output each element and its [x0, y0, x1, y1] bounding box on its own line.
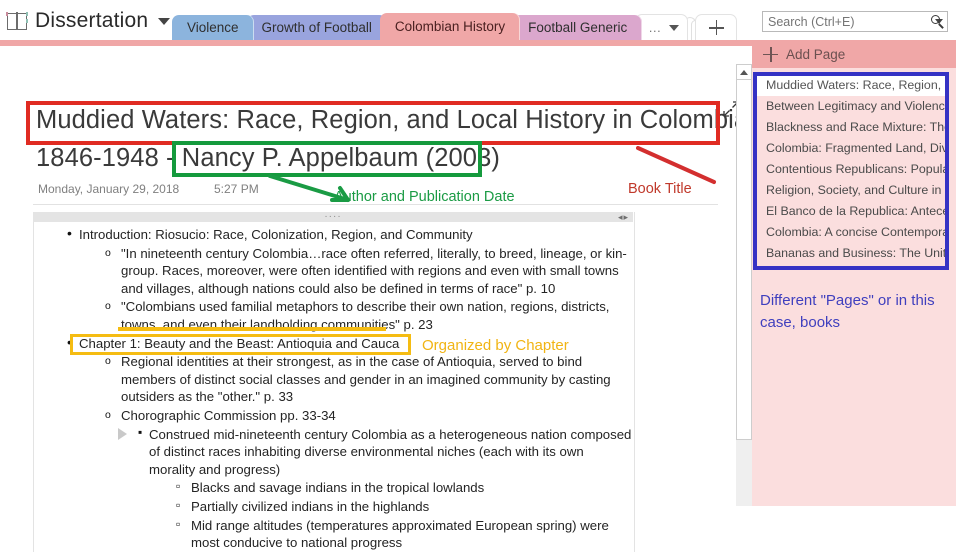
item-text: Blacks and savage indians in the tropica… [191, 480, 485, 496]
ellipsis-icon: … [648, 20, 663, 35]
add-page-label: Add Page [786, 46, 846, 62]
page-title: Muddied Waters: Race, Region, a [766, 78, 949, 92]
plus-icon [763, 46, 778, 62]
more-sections-button[interactable]: … [635, 14, 689, 40]
page-list-item[interactable]: Contentious Republicans: Popular [757, 159, 949, 180]
page-list-item[interactable]: Religion, Society, and Culture in C [757, 180, 949, 201]
page-list-item[interactable]: Blackness and Race Mixture: The [757, 117, 949, 138]
item-text: Chorographic Commission pp. 33-34 [121, 407, 336, 423]
annotation-arrow-red [636, 146, 716, 184]
page-title: Religion, Society, and Culture in C [766, 183, 949, 197]
notebook-selector[interactable]: Dissertation [6, 6, 171, 36]
section-tab-football-generic[interactable]: Football Generic [513, 15, 643, 40]
chevron-down-icon[interactable] [158, 17, 171, 25]
plus-icon [708, 20, 724, 35]
item-text: Regional identities at their strongest, … [121, 354, 611, 405]
page-title: El Banco de la Republica: Antecen [766, 204, 949, 218]
collapse-triangle-icon[interactable] [118, 427, 127, 440]
annotation-label-pages: Different "Pages" or in this case, books [760, 292, 935, 331]
section-tab-violence[interactable]: Violence [172, 15, 254, 40]
page-list-item[interactable]: Colombia: Fragmented Land, Divi [757, 138, 949, 159]
handle-resize-arrows-icon[interactable]: ◂▸ [618, 212, 629, 222]
page-date: Monday, January 29, 2018 [38, 182, 180, 196]
page-title: Between Legitimacy and Violence [766, 99, 949, 113]
annotation-label-book-title: Book Title [628, 181, 692, 197]
caret-up-icon [740, 69, 748, 75]
page-list-item[interactable]: Bananas and Business: The United [757, 243, 949, 264]
tab-label: Football Generic [528, 20, 628, 35]
item-text: Construed mid-nineteenth century Colombi… [149, 426, 632, 477]
note-page: Muddied Waters: Race, Region, and Local … [0, 46, 755, 552]
section-tab-colombian-history[interactable]: Colombian History [379, 13, 521, 40]
page-list-item[interactable]: Colombia: A concise Contempora [757, 222, 949, 243]
page-title: Bananas and Business: The United [766, 246, 949, 260]
list-item[interactable]: Construed mid-nineteenth century Colombi… [33, 424, 633, 479]
notebook-icon [6, 12, 28, 30]
page-title: Colombia: A concise Contempora [766, 225, 949, 239]
search-box[interactable] [762, 11, 948, 32]
item-text: Mid range altitudes (temperatures approx… [191, 517, 609, 551]
list-item[interactable]: Blacks and savage indians in the tropica… [33, 478, 633, 497]
page-list-item[interactable]: El Banco de la Republica: Antecen [757, 201, 949, 222]
add-page-button[interactable]: Add Page [752, 40, 956, 68]
list-item[interactable]: Mid range altitudes (temperatures approx… [33, 515, 633, 552]
item-text: Partially civilized indians in the highl… [191, 498, 430, 514]
tab-label: Growth of Football [261, 20, 372, 35]
page-title-line1[interactable]: Muddied Waters: Race, Region, and Local … [36, 106, 755, 135]
section-tabs: Violence Growth of Football Colombian Hi… [172, 13, 738, 40]
page-title: Blackness and Race Mixture: The [766, 120, 949, 134]
page-title: Colombia: Fragmented Land, Divi [766, 141, 949, 155]
outline-list: Introduction: Riosucio: Race, Colonizati… [33, 225, 633, 552]
search-input[interactable] [763, 13, 931, 30]
tab-label: Violence [187, 20, 239, 35]
item-text: "In nineteenth century Colombia…race oft… [121, 245, 627, 296]
vertical-scrollbar[interactable] [736, 64, 752, 440]
note-container-handle[interactable]: ···· ◂▸ [33, 212, 633, 222]
list-item[interactable]: "In nineteenth century Colombia…race oft… [33, 245, 633, 298]
list-item[interactable]: Partially civilized indians in the highl… [33, 497, 633, 516]
list-item[interactable]: Regional identities at their strongest, … [33, 353, 633, 406]
item-text: Chapter 1: Beauty and the Beast: Antioqu… [79, 335, 400, 351]
list-item[interactable]: Chorographic Commission pp. 33-34 [33, 407, 633, 425]
add-section-button[interactable] [695, 14, 738, 40]
page-list-item[interactable]: Between Legitimacy and Violence [757, 96, 949, 117]
handle-dots-icon: ···· [324, 211, 342, 222]
list-item[interactable]: Introduction: Riosucio: Race, Colonizati… [33, 225, 633, 244]
item-text: "Colombians used familial metaphors to d… [121, 299, 610, 332]
scrollbar-track-bottom[interactable] [736, 440, 752, 506]
list-item[interactable]: "Colombians used familial metaphors to d… [33, 298, 633, 333]
page-title-line2[interactable]: 1846-1948 - Nancy P. Appelbaum (2003) [36, 144, 500, 173]
onenote-window: Dissertation Violence Growth of Football… [0, 0, 956, 552]
note-body: Introduction: Riosucio: Race, Colonizati… [33, 225, 633, 553]
tab-label: Colombian History [394, 19, 506, 34]
top-bar: Dissertation Violence Growth of Football… [0, 0, 956, 40]
item-text: Introduction: Riosucio: Race, Colonizati… [79, 227, 473, 242]
notebook-name: Dissertation [35, 9, 149, 32]
scroll-up-button[interactable] [736, 64, 752, 80]
page-title: Contentious Republicans: Popular [766, 162, 949, 176]
chevron-down-icon [669, 24, 680, 31]
annotation-label-organized-by-chapter: Organized by Chapter [422, 337, 569, 354]
page-list-item-selected[interactable]: Muddied Waters: Race, Region, a [757, 75, 949, 96]
section-tab-growth-of-football[interactable]: Growth of Football [246, 15, 387, 40]
page-list: Muddied Waters: Race, Region, a Between … [757, 75, 949, 264]
page-time: 5:27 PM [214, 182, 259, 196]
annotation-label-author-date: Author and Publication Date [334, 189, 515, 205]
